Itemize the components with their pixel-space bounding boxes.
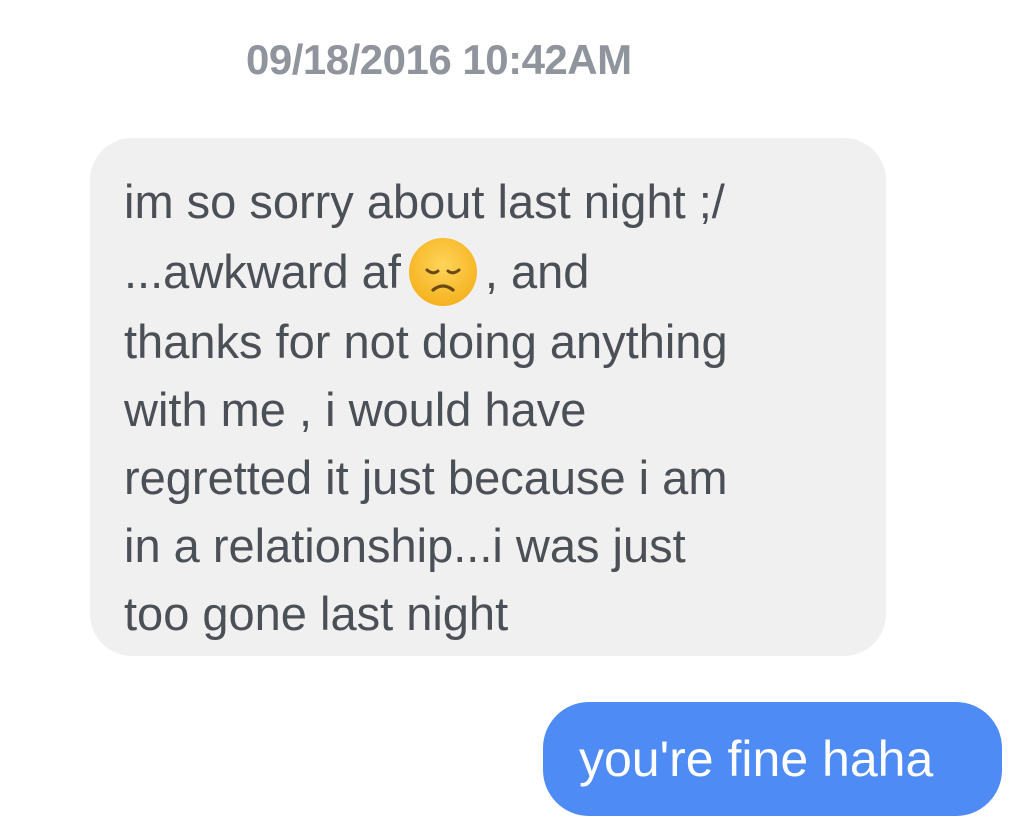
message-line: thanks for not doing anything	[124, 315, 728, 368]
message-text-segment: ...awkward af	[124, 245, 401, 298]
disappointed-face-icon	[407, 236, 479, 308]
message-text-segment: , and	[484, 245, 590, 298]
message-line-with-emoji: ...awkward af , and	[124, 236, 850, 308]
outgoing-message-bubble: you're fine haha	[543, 702, 1002, 816]
incoming-message-bubble: im so sorry about last night ;/ ...awkwa…	[90, 138, 886, 656]
message-line: with me , i would have	[124, 383, 587, 436]
message-timestamp: 09/18/2016 10:42AM	[246, 36, 632, 83]
message-line: regretted it just because i am	[124, 451, 728, 504]
outgoing-message-text: you're fine haha	[579, 731, 934, 787]
message-line: im so sorry about last night ;/	[124, 175, 725, 228]
message-line: too gone last night	[124, 587, 509, 640]
message-line: in a relationship...i was just	[124, 519, 686, 572]
